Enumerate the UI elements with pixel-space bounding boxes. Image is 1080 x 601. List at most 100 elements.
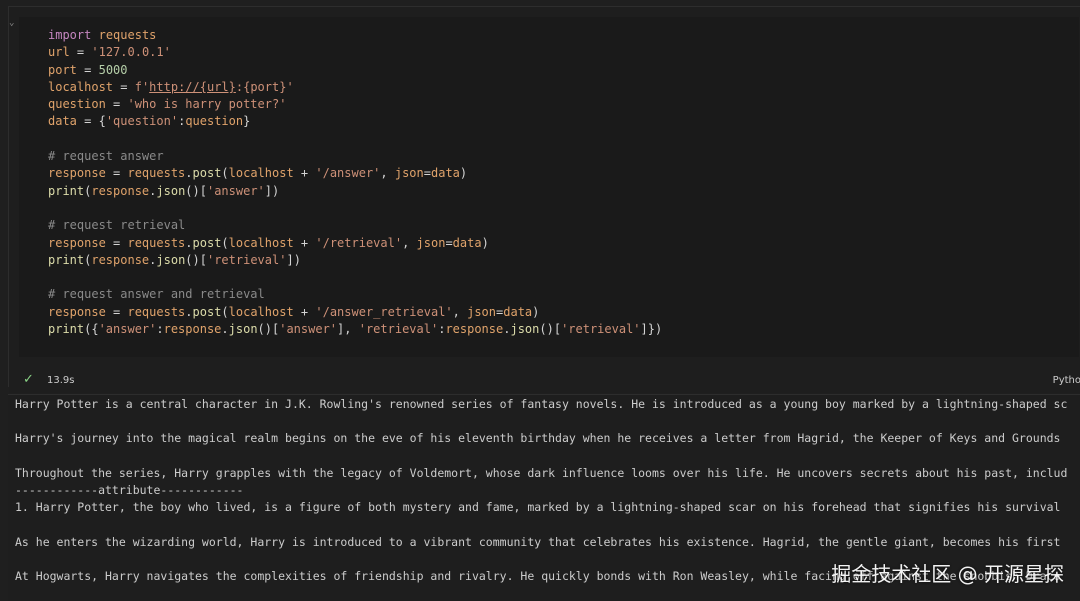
code-token: json (394, 166, 424, 181)
code-line[interactable]: print({'answer':response.json()['answer'… (48, 321, 662, 338)
code-token: = (445, 235, 453, 250)
code-line[interactable]: import requests (48, 27, 662, 44)
code-token: post (192, 166, 222, 181)
code-token: json (416, 235, 446, 250)
code-token: # request answer (48, 149, 164, 164)
code-token: post (192, 304, 222, 319)
code-token: response (445, 322, 504, 337)
code-token: # request retrieval (48, 218, 186, 233)
code-token: 'answer' (206, 183, 265, 198)
code-token: localhost (228, 235, 294, 250)
code-line[interactable]: # request answer and retrieval (48, 286, 662, 303)
code-token: 'answer' (279, 322, 338, 337)
code-block[interactable]: import requests url = '127.0.0.1' port = 5… (48, 27, 662, 338)
code-line[interactable]: data = {'question':question} (48, 113, 662, 130)
code-token: print (48, 252, 85, 267)
code-token: . (185, 304, 193, 319)
code-line[interactable]: print(response.json()['retrieval']) (48, 252, 662, 269)
cell-collapse-icon[interactable]: ⌄ (9, 19, 15, 28)
code-token: '/answer_retrieval' (315, 304, 453, 319)
code-token: response (48, 235, 106, 250)
output-line: ------------attribute------------ (15, 482, 244, 497)
code-token: json (156, 183, 186, 198)
code-token: ) (532, 304, 540, 319)
code-token: response (48, 304, 106, 319)
code-line[interactable]: port = 5000 (48, 62, 662, 79)
code-line[interactable]: response = requests.post(localhost + '/a… (48, 304, 662, 321)
code-token: = (76, 62, 99, 77)
code-line[interactable]: response = requests.post(localhost + '/r… (48, 235, 662, 252)
code-token: import (48, 28, 92, 42)
code-token: post (192, 235, 222, 250)
code-token: : (156, 322, 164, 337)
output-line: 1. Harry Potter, the boy who lived, is a… (15, 500, 1061, 515)
code-token: response (91, 252, 150, 267)
code-token: ( (221, 235, 229, 250)
code-token: port (48, 62, 77, 77)
code-editor[interactable]: import requests url = '127.0.0.1' port = 5… (19, 17, 1079, 357)
code-token: localhost (228, 304, 294, 319)
code-token: ]) (264, 183, 280, 198)
code-token: ()[ (257, 322, 280, 337)
code-line[interactable]: print(response.json()['answer']) (48, 183, 662, 200)
code-token: '/retrieval' (315, 235, 403, 250)
code-token: json (467, 304, 497, 319)
code-token: requests (127, 166, 186, 181)
code-token: json (228, 322, 258, 337)
code-token: 'who is harry potter?' (127, 97, 287, 112)
code-token: :{port}' (235, 79, 294, 94)
watermark: 掘金技术社区 @ 开源星探 (831, 562, 1064, 586)
code-line[interactable]: response = requests.post(localhost + '/a… (48, 165, 662, 182)
code-line[interactable]: # request answer (48, 148, 662, 165)
code-token: response (163, 322, 222, 337)
code-token: data (431, 166, 460, 181)
code-token: ()[ (539, 322, 562, 337)
code-line[interactable]: url = '127.0.0.1' (48, 44, 662, 61)
code-line[interactable] (48, 269, 662, 286)
code-token: requests (98, 28, 157, 42)
code-token: } (243, 114, 251, 129)
language-indicator[interactable]: Pytho (1053, 375, 1080, 386)
code-token: http://{url} (149, 79, 236, 94)
code-token: ()[ (185, 252, 207, 267)
code-token: = (105, 304, 128, 319)
code-token: . (185, 235, 193, 250)
code-line[interactable]: question = 'who is harry potter?' (48, 96, 662, 113)
code-token: data (48, 114, 77, 129)
code-token: ]) (286, 252, 301, 267)
code-line[interactable] (48, 131, 662, 148)
code-line[interactable]: # request retrieval (48, 217, 662, 234)
code-token: ) (459, 166, 468, 181)
code-token: requests (127, 304, 186, 319)
output-line: Throughout the series, Harry grapples wi… (15, 465, 1068, 480)
code-token: = (105, 166, 128, 181)
output-line: As he enters the wizarding world, Harry … (15, 534, 1061, 549)
code-token: + (293, 235, 316, 250)
code-token: 5000 (98, 62, 128, 77)
code-token: 'answer' (98, 322, 157, 337)
code-token: question (48, 97, 106, 112)
code-token: ) (481, 235, 489, 250)
code-token: url (48, 45, 70, 60)
code-token: print (48, 322, 85, 337)
output-text: Harry Potter is a central character in J… (15, 396, 1067, 585)
execution-time: 13.9s (47, 375, 75, 386)
code-token: ({ (84, 322, 99, 337)
code-token: response (91, 183, 150, 198)
code-token: + (293, 166, 316, 181)
code-line[interactable] (48, 200, 662, 217)
code-line[interactable]: localhost = f'http://{url}:{port}' (48, 79, 662, 96)
code-token: ()[ (185, 183, 207, 198)
check-icon: ✓ (23, 372, 34, 387)
code-token: ], (337, 322, 359, 337)
code-token: '127.0.0.1' (91, 45, 171, 60)
code-token: 'question' (105, 114, 179, 129)
code-token: response (48, 166, 106, 181)
code-token: 'retrieval' (358, 322, 439, 337)
code-token: . (185, 166, 193, 181)
output-line: Harry Potter is a central character in J… (15, 397, 1068, 411)
code-cell[interactable]: ⌄ import requests url = '127.0.0.1' port =… (8, 6, 1080, 393)
